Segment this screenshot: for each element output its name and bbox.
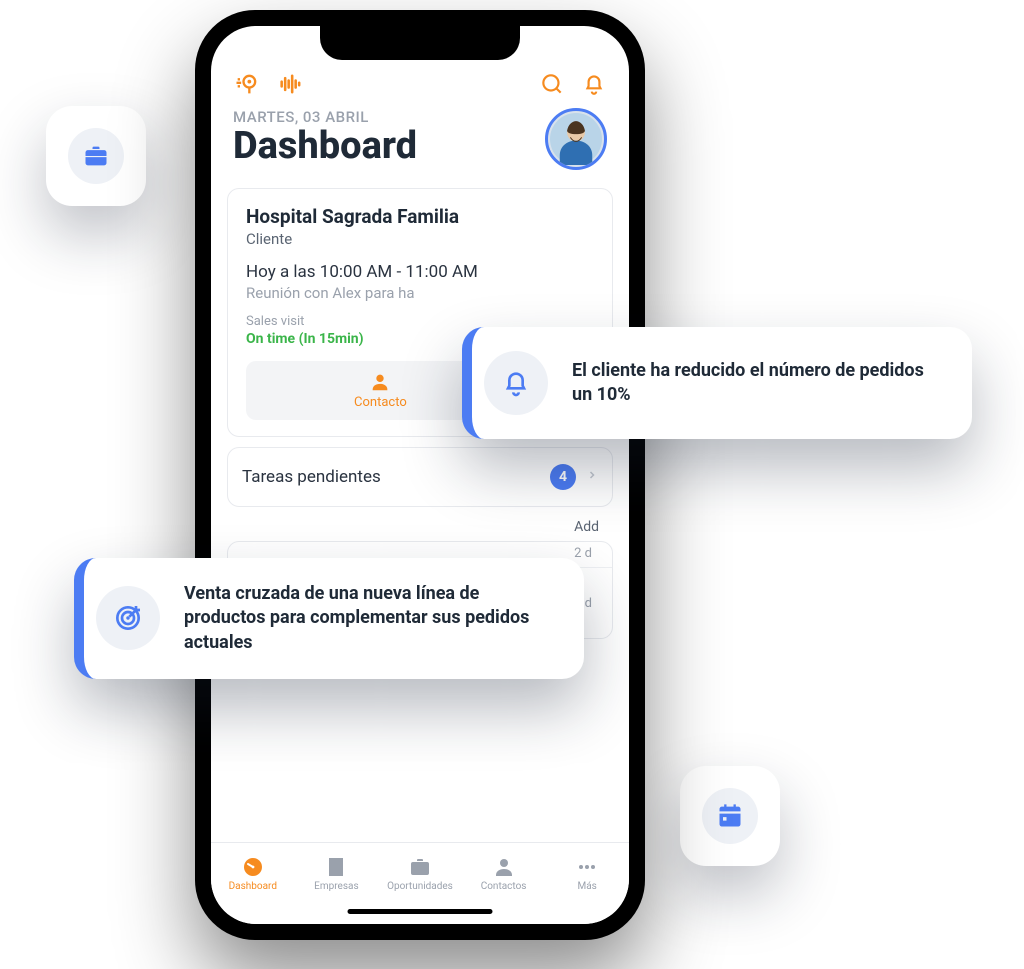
popover-message: Venta cruzada de una nueva línea de prod… [184, 582, 544, 655]
pending-tasks-row[interactable]: Tareas pendientes 4 [227, 447, 613, 507]
add-link[interactable]: Add [211, 517, 629, 541]
contact-button-label: Contacto [354, 395, 407, 410]
avatar[interactable] [545, 108, 607, 170]
nav-empresas[interactable]: Empresas [295, 843, 379, 904]
nav-oportunidades[interactable]: Oportunidades [378, 843, 462, 904]
bell-icon[interactable] [581, 71, 607, 97]
float-tile-calendar [680, 766, 780, 866]
audio-wave-icon[interactable] [277, 70, 305, 98]
app-screen: MARTES, 03 ABRIL Dashboard Hospital Sagr… [211, 26, 629, 924]
page-title: Dashboard [233, 124, 417, 168]
nav-contactos[interactable]: Contactos [462, 843, 546, 904]
popover-alert: El cliente ha reducido el número de pedi… [462, 327, 972, 439]
task-eta: 2 d [574, 546, 592, 561]
target-icon [96, 586, 160, 650]
logo-pin-icon[interactable] [233, 70, 261, 98]
appointment-desc: Reunión con Alex para ha [246, 284, 594, 302]
briefcase-icon [68, 128, 124, 184]
bell-icon [484, 351, 548, 415]
popover-message: El cliente ha reducido el número de pedi… [572, 359, 932, 408]
popover-goal: Venta cruzada de una nueva línea de prod… [74, 558, 584, 679]
appointment-name: Hospital Sagrada Familia [246, 205, 594, 228]
phone-frame: MARTES, 03 ABRIL Dashboard Hospital Sagr… [195, 10, 645, 940]
float-tile-briefcase [46, 106, 146, 206]
nav-dashboard[interactable]: Dashboard [211, 843, 295, 904]
pending-tasks-label: Tareas pendientes [242, 467, 381, 487]
search-icon[interactable] [539, 71, 565, 97]
device-notch [320, 26, 520, 60]
calendar-icon [702, 788, 758, 844]
appointment-time: Hoy a las 10:00 AM - 11:00 AM [246, 262, 594, 282]
page-header: MARTES, 03 ABRIL Dashboard [211, 102, 629, 178]
appointment-type: Cliente [246, 230, 594, 248]
home-indicator [348, 909, 493, 914]
chevron-right-icon [586, 466, 598, 489]
pending-count-badge: 4 [550, 464, 576, 490]
nav-mas[interactable]: Más [545, 843, 629, 904]
